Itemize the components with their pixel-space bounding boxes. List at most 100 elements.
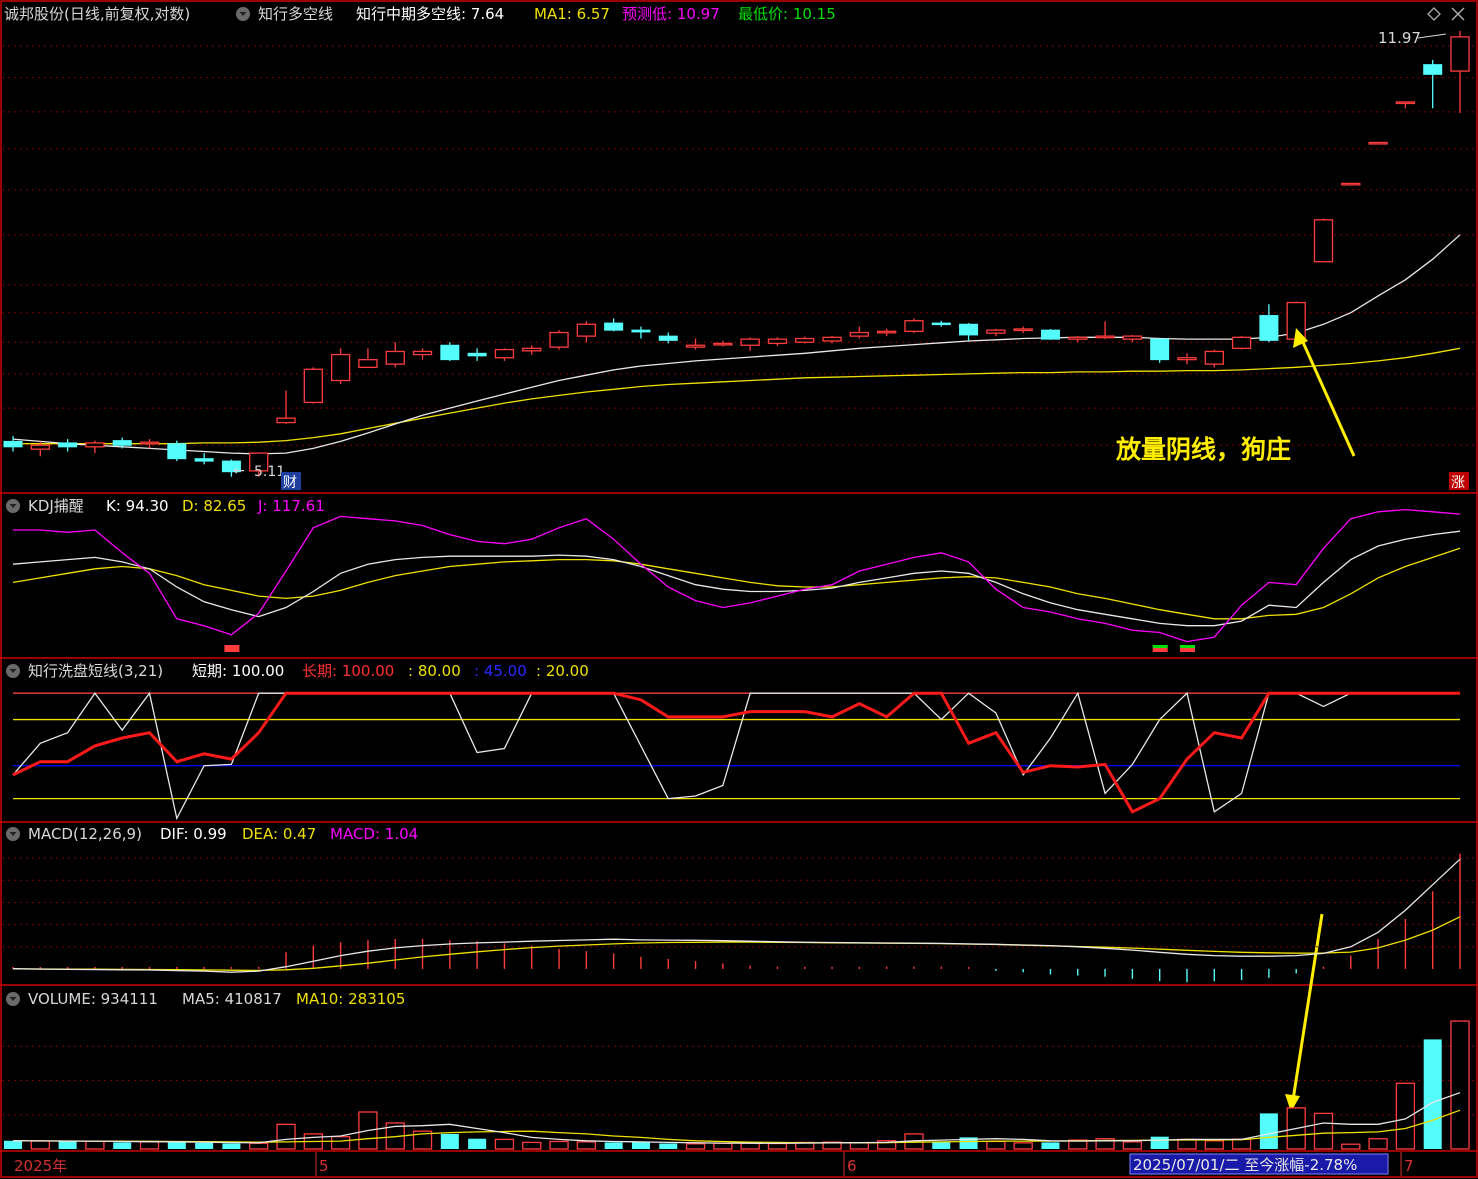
wash-level-45: : 45.00 — [474, 662, 527, 680]
limit-up-badge[interactable]: 涨 — [1449, 472, 1469, 491]
volume-bar — [113, 1142, 132, 1149]
volume-bar — [1204, 1140, 1224, 1150]
volume-bar — [58, 1141, 77, 1149]
volume-bar — [1041, 1142, 1060, 1149]
volume-bar — [249, 1142, 269, 1150]
volume-bar — [631, 1141, 650, 1149]
kdj-signal-marker-green — [1179, 645, 1195, 648]
stock-title: 诚邦股份(日线,前复权,对数) — [4, 5, 190, 23]
volume-bar — [1450, 1020, 1470, 1150]
volume-bar — [1231, 1138, 1252, 1150]
wash-long-value: 长期: 100.00 — [302, 662, 394, 680]
svg-text:涨: 涨 — [1451, 475, 1465, 491]
volume-bar — [222, 1143, 241, 1149]
lowest-value: 最低价: 10.15 — [738, 5, 836, 23]
volume-bar — [1013, 1142, 1033, 1150]
candle — [1040, 328, 1060, 340]
candle — [1341, 182, 1361, 186]
wash-dropdown[interactable] — [6, 664, 20, 678]
kdj-dropdown[interactable] — [6, 499, 20, 513]
candle — [1368, 141, 1388, 145]
macd-dropdown[interactable] — [6, 827, 20, 841]
high-price-label: 11.97 — [1378, 29, 1421, 47]
volume-bar — [986, 1140, 1006, 1150]
volume-bar — [440, 1133, 459, 1149]
wash-short-value: 短期: 100.00 — [192, 662, 284, 680]
indicator-dropdown[interactable] — [236, 7, 250, 21]
volume-bar — [30, 1140, 50, 1150]
kdj-signal-marker-green — [1152, 645, 1168, 648]
volume-bar — [276, 1123, 296, 1150]
volume-ma5-value: MA5: 410817 — [182, 990, 282, 1008]
volume-bar — [522, 1141, 542, 1150]
volume-bar — [195, 1142, 214, 1149]
macd-dif-value: DIF: 0.99 — [160, 825, 227, 843]
wash-level-20: : 20.00 — [536, 662, 589, 680]
volume-bar — [549, 1140, 569, 1150]
volume-bar — [767, 1142, 788, 1150]
macd-dea-value: DEA: 0.47 — [242, 825, 316, 843]
ma1-value: MA1: 6.57 — [534, 5, 610, 23]
volume-bar — [932, 1141, 951, 1149]
volume-bar — [1259, 1113, 1278, 1149]
volume-bar — [576, 1141, 596, 1150]
volume-bar — [1150, 1136, 1169, 1149]
volume-bar — [604, 1142, 623, 1149]
candle — [1150, 338, 1170, 363]
kdj-k-value: K: 94.30 — [106, 497, 169, 515]
low-arrow-icon: ← — [233, 463, 245, 479]
kdj-j-value: J: 117.61 — [257, 497, 325, 515]
candle — [549, 330, 569, 350]
volume-bar — [1395, 1082, 1416, 1150]
wash-level-80: : 80.00 — [408, 662, 461, 680]
x-axis-month-6: 6 — [847, 1157, 857, 1175]
volume-bar — [1423, 1039, 1442, 1149]
macd-header: MACD(12,26,9) DIF: 0.99 DEA: 0.47 MACD: … — [6, 825, 418, 843]
pred-low-value: 预测低: 10.97 — [622, 5, 720, 23]
x-axis-month-5: 5 — [319, 1157, 329, 1175]
volume-bar — [139, 1141, 160, 1150]
kdj-signal-marker — [224, 645, 240, 652]
svg-text:财: 财 — [283, 475, 297, 491]
candle — [1231, 336, 1252, 350]
kdj-d-value: D: 82.65 — [182, 497, 246, 515]
volume-bar — [468, 1138, 487, 1149]
candle — [167, 440, 187, 462]
volume-header: VOLUME: 934111 MA5: 410817 MA10: 283105 — [6, 990, 405, 1008]
macd-name: MACD(12,26,9) — [28, 825, 142, 843]
financial-report-badge[interactable]: 财 — [281, 472, 301, 491]
candle — [440, 342, 460, 361]
wash-name: 知行洗盘短线(3,21) — [28, 662, 163, 680]
volume-bar — [713, 1142, 733, 1150]
stock-chart-canvas: 诚邦股份(日线,前复权,对数) 知行多空线 知行中期多空线: 7.64 MA1:… — [0, 0, 1478, 1179]
annotation-text: 放量阴线，狗庄 — [1115, 435, 1291, 464]
volume-bar — [1341, 1143, 1361, 1150]
candle — [1204, 349, 1224, 368]
candle — [303, 367, 323, 404]
macd-macd-value: MACD: 1.04 — [330, 825, 418, 843]
volume-name: VOLUME: 934111 — [28, 990, 158, 1008]
volume-bar — [1177, 1138, 1197, 1150]
volume-bar — [1368, 1138, 1388, 1150]
candle — [904, 318, 924, 334]
volume-bar — [1122, 1141, 1143, 1150]
candle — [1313, 218, 1334, 263]
mid-line-value: 知行中期多空线: 7.64 — [356, 5, 504, 23]
volume-bar — [494, 1138, 515, 1150]
kdj-name: KDJ捕醒 — [28, 497, 84, 515]
volume-bar — [685, 1143, 706, 1150]
volume-ma10-value: MA10: 283105 — [296, 990, 405, 1008]
volume-bar — [659, 1143, 678, 1149]
volume-bar — [330, 1136, 351, 1150]
date-info-box: 2025/07/01/二 至今涨幅-2.78% — [1129, 1153, 1389, 1175]
volume-bar — [740, 1142, 760, 1150]
svg-text:2025/07/01/二 至今涨幅-2.78%: 2025/07/01/二 至今涨幅-2.78% — [1133, 1156, 1357, 1174]
volume-bar — [849, 1142, 870, 1150]
x-axis-year: 2025年 — [14, 1157, 67, 1175]
indicator-name: 知行多空线 — [258, 5, 333, 23]
low-price-label: 5.11 — [254, 464, 285, 480]
volume-bar — [85, 1140, 105, 1150]
volume-bar — [167, 1142, 186, 1149]
volume-bar — [3, 1140, 23, 1149]
volume-dropdown[interactable] — [6, 992, 20, 1006]
